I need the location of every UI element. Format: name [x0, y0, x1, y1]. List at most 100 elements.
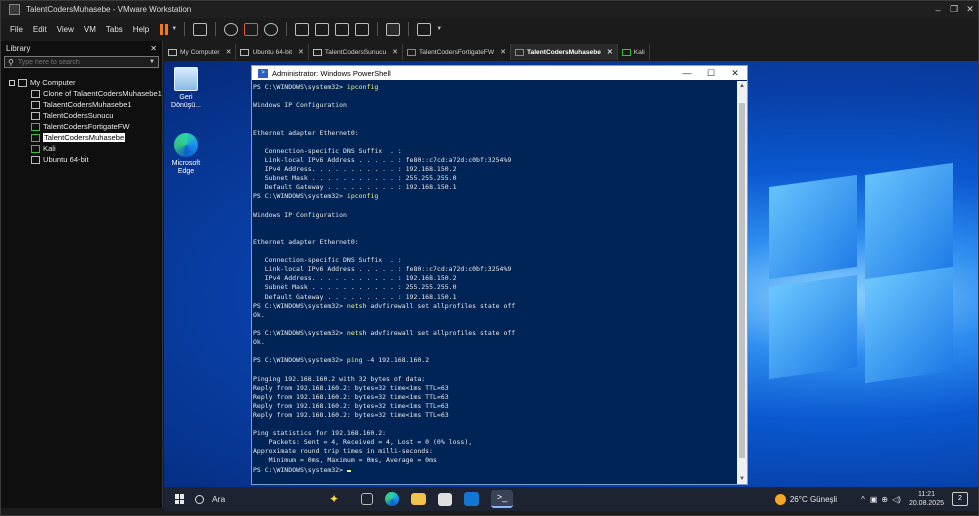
copilot-sparkle-icon[interactable]: ✦	[329, 492, 339, 506]
close-tab-icon[interactable]: ✕	[298, 48, 304, 56]
scroll-down-icon[interactable]: ▼	[737, 474, 747, 484]
desktop-icon-edge[interactable]: Microsoft Edge	[164, 133, 208, 176]
store-icon[interactable]	[438, 492, 453, 506]
close-library-icon[interactable]: ✕	[150, 44, 157, 53]
minimize-icon[interactable]: —	[675, 68, 699, 78]
console-line: Packets: Sent = 4, Received = 4, Lost = …	[253, 438, 738, 447]
console-text: IPv4 Address. . . . . . . . . . . : 192.…	[253, 274, 457, 283]
console-line: Link-local IPv6 Address . . . . . : fe80…	[253, 265, 738, 274]
scroll-up-icon[interactable]: ▲	[737, 81, 747, 91]
edge-taskbar-icon[interactable]	[385, 492, 400, 506]
maximize-icon[interactable]: ☐	[699, 68, 723, 79]
snapshot-manager-icon[interactable]	[264, 22, 279, 36]
scroll-thumb[interactable]	[739, 103, 745, 458]
console-command: netsh	[346, 328, 367, 337]
notification-center-icon[interactable]: 2	[952, 492, 968, 506]
tree-item-sunucu[interactable]: TalentCodersSunucu	[1, 110, 162, 121]
snapshot-icon[interactable]	[224, 22, 239, 36]
menu-tabs[interactable]: Tabs	[101, 25, 128, 34]
menu-view[interactable]: View	[52, 25, 79, 34]
console-view-icon[interactable]	[386, 22, 401, 36]
taskbar-search[interactable]: Ara	[195, 494, 329, 504]
vm-icon	[312, 48, 322, 56]
tree-item-clone-muhasebe1[interactable]: Clone of TalaentCodersMuhasebe1	[1, 88, 162, 99]
show-library-icon[interactable]	[295, 22, 310, 36]
chevron-down-icon[interactable]: ▼	[436, 26, 442, 32]
close-tab-icon[interactable]: ✕	[226, 48, 232, 56]
powershell-taskbar-icon[interactable]: >_	[491, 490, 514, 508]
menu-vm[interactable]: VM	[79, 25, 101, 34]
show-hidden-icons-icon[interactable]: ^	[861, 495, 865, 504]
desktop-icon-recycle-bin[interactable]: Geri Dönüşü...	[164, 67, 208, 110]
send-ctrl-alt-del-icon[interactable]	[193, 22, 208, 36]
menu-edit[interactable]: Edit	[28, 25, 52, 34]
tree-item-kali[interactable]: Kali	[1, 143, 162, 154]
tab-sunucu[interactable]: TalentCodersSunucu ✕	[309, 44, 404, 60]
weather-text[interactable]: 26°C Güneşli	[790, 495, 837, 504]
close-tab-icon[interactable]: ✕	[392, 48, 398, 56]
clock[interactable]: 11:21 20.08.2025	[909, 490, 944, 508]
taskbar-search-label: Ara	[212, 494, 226, 504]
library-search[interactable]: ⚲ ▼	[4, 56, 159, 68]
close-icon[interactable]: ✕	[962, 4, 978, 15]
console-text: Reply from 192.168.160.2: bytes=32 time<…	[253, 392, 449, 401]
restore-icon[interactable]: ❐	[946, 4, 962, 15]
full-screen-icon[interactable]	[335, 22, 350, 36]
powershell-title-bar[interactable]: > Administrator: Windows PowerShell — ☐ …	[252, 66, 747, 80]
close-icon[interactable]: ✕	[723, 68, 747, 79]
console-command-args: advfirewall set allprofiles state off	[366, 301, 516, 310]
tree-item-muhasebe[interactable]: TalentCodersMuhasebe	[1, 132, 162, 143]
vm-icon	[31, 155, 40, 164]
close-tab-icon[interactable]: ✕	[500, 48, 506, 56]
library-search-input[interactable]	[17, 58, 148, 66]
unity-icon[interactable]	[355, 22, 370, 36]
vm-running-icon	[515, 48, 525, 56]
vm-tab-bar: My Computer ✕ Ubuntu 64-bit ✕ TalentCode…	[164, 44, 978, 60]
library-panel: Library ✕ ⚲ ▼ My Computer Clone of Talae…	[1, 41, 163, 508]
tree-root-my-computer[interactable]: My Computer	[1, 77, 162, 88]
console-line: Windows IP Configuration	[253, 101, 738, 110]
tree-item-ubuntu[interactable]: Ubuntu 64-bit	[1, 154, 162, 165]
chevron-down-icon[interactable]: ▼	[171, 26, 177, 32]
revert-snapshot-icon[interactable]	[244, 22, 259, 36]
task-view-icon[interactable]	[361, 493, 374, 505]
volume-icon[interactable]: ◁)	[892, 495, 901, 504]
close-tab-icon[interactable]: ✕	[607, 48, 613, 56]
tree-item-fortigatefw[interactable]: TalentCodersFortigateFW	[1, 121, 162, 132]
vm-running-icon	[31, 144, 40, 153]
menu-file[interactable]: File	[5, 25, 28, 34]
outlook-icon[interactable]	[464, 492, 480, 506]
tab-label: TalentCodersMuhasebe	[527, 48, 601, 56]
menu-help[interactable]: Help	[128, 25, 154, 34]
console-prompt: PS C:\WINDOWS\system32>	[253, 192, 347, 201]
tree-item-label: Kali	[43, 144, 56, 153]
start-icon[interactable]	[175, 494, 185, 504]
tab-my-computer[interactable]: My Computer ✕	[164, 44, 237, 60]
pause-icon[interactable]	[160, 23, 169, 35]
chevron-down-icon[interactable]: ▼	[149, 59, 155, 65]
network-icon[interactable]: ▣	[870, 495, 878, 504]
clock-time: 11:21	[917, 491, 935, 498]
tab-muhasebe[interactable]: TalentCodersMuhasebe ✕	[511, 44, 618, 60]
thumbnail-bar-icon[interactable]	[315, 22, 330, 36]
weather-sun-icon[interactable]	[774, 493, 786, 505]
guest-taskbar: Ara ✦ >_ 26°C Güneşli ^ ▣ ⊕ ◁) 11:21 20.…	[164, 487, 978, 511]
tree-item-muhasebe1[interactable]: TalaentCodersMuhasebe1	[1, 99, 162, 110]
tab-kali[interactable]: Kali	[618, 44, 650, 60]
console-text: Ok.	[253, 310, 265, 319]
powershell-window[interactable]: > Administrator: Windows PowerShell — ☐ …	[251, 65, 748, 485]
collapse-toggle-icon[interactable]	[9, 79, 15, 86]
console-output[interactable]: PS C:\WINDOWS\system32> ipconfig Windows …	[252, 81, 738, 484]
guest-desktop[interactable]: Geri Dönüşü... Microsoft Edge > Administ…	[164, 61, 978, 487]
stretch-guest-icon[interactable]	[417, 22, 432, 36]
file-explorer-icon[interactable]	[411, 493, 427, 505]
minimize-icon[interactable]: –	[930, 5, 946, 15]
console-scrollbar[interactable]: ▲ ▼	[737, 81, 747, 484]
tab-fortigatefw[interactable]: TalentCodersFortigateFW ✕	[403, 44, 512, 60]
tab-ubuntu[interactable]: Ubuntu 64-bit ✕	[236, 44, 309, 60]
language-globe-icon[interactable]: ⊕	[881, 495, 888, 504]
tab-label: Ubuntu 64-bit	[252, 48, 293, 56]
